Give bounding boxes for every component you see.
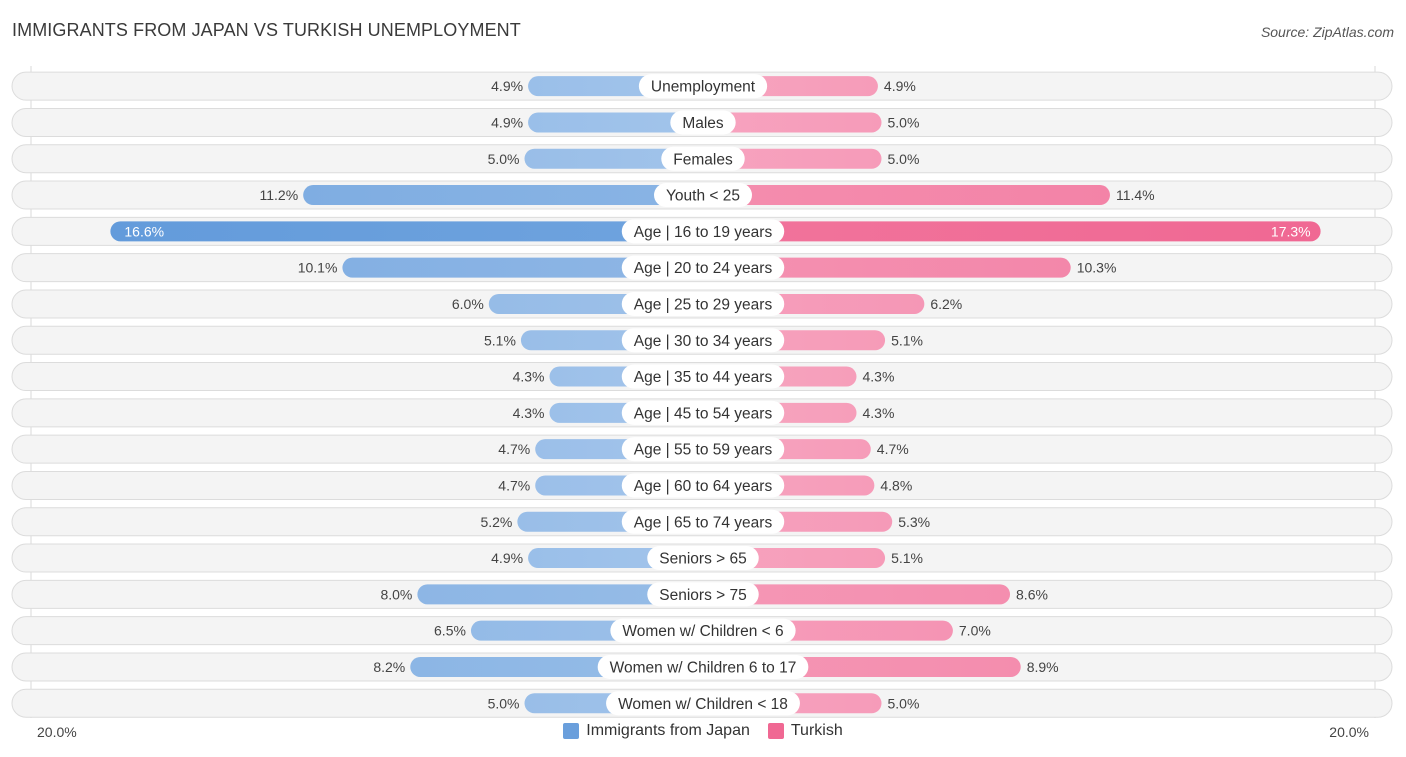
bar-row: 4.7% 4.8% Age | 60 to 64 years bbox=[11, 470, 1393, 500]
category-label: Seniors > 75 bbox=[659, 587, 746, 604]
legend-item-turkish[interactable]: Turkish bbox=[767, 722, 843, 740]
value-label-japan: 4.9% bbox=[491, 114, 523, 130]
value-label-turkish: 6.2% bbox=[930, 296, 962, 312]
category-label: Youth < 25 bbox=[666, 188, 740, 205]
bar-row: 8.2% 8.9% Women w/ Children 6 to 17 bbox=[11, 652, 1393, 682]
value-label-turkish: 4.9% bbox=[884, 78, 916, 94]
bar-row: 5.2% 5.3% Age | 65 to 74 years bbox=[11, 507, 1393, 537]
value-label-japan: 5.2% bbox=[480, 514, 512, 530]
value-label-turkish: 7.0% bbox=[959, 623, 991, 639]
value-label-turkish: 4.3% bbox=[863, 405, 895, 421]
value-label-japan: 4.3% bbox=[513, 405, 545, 421]
category-label: Age | 25 to 29 years bbox=[634, 296, 773, 313]
value-label-japan: 8.0% bbox=[380, 586, 412, 602]
bar-turkish bbox=[703, 221, 1321, 242]
value-label-japan: 4.9% bbox=[491, 78, 523, 94]
category-label: Women w/ Children < 6 bbox=[622, 623, 783, 640]
category-label: Age | 30 to 34 years bbox=[634, 333, 773, 350]
bar-row: 4.3% 4.3% Age | 35 to 44 years bbox=[11, 362, 1393, 392]
value-label-japan: 5.1% bbox=[484, 332, 516, 348]
bar-row: 11.2% 11.4% Youth < 25 bbox=[11, 180, 1393, 210]
bar-turkish bbox=[703, 185, 1110, 206]
bar-row: 5.0% 5.0% Women w/ Children < 18 bbox=[11, 688, 1393, 718]
bar-row: 16.6% 17.3% Age | 16 to 19 years bbox=[11, 216, 1393, 246]
diverging-bar-chart: 4.9% 4.9%Unemployment4.9% 5.0%Males5.0% 5.0… bbox=[11, 66, 1393, 718]
value-label-japan: 8.2% bbox=[373, 659, 405, 675]
bar-row: 8.0% 8.6% Seniors > 75 bbox=[11, 579, 1393, 609]
value-label-turkish: 5.0% bbox=[888, 114, 920, 130]
bar-row: 4.9% 5.0% Males bbox=[11, 107, 1393, 137]
legend-swatch-japan bbox=[563, 723, 580, 739]
legend: Immigrants from Japan Turkish bbox=[0, 722, 1406, 740]
category-label: Women w/ Children < 18 bbox=[618, 696, 788, 713]
category-label: Age | 45 to 54 years bbox=[634, 405, 773, 422]
category-label: Unemployment bbox=[651, 79, 756, 96]
category-label: Age | 20 to 24 years bbox=[634, 260, 773, 277]
category-label: Age | 16 to 19 years bbox=[634, 224, 773, 241]
value-label-turkish: 4.8% bbox=[880, 477, 912, 493]
category-label: Age | 60 to 64 years bbox=[634, 478, 773, 495]
value-label-turkish: 11.4% bbox=[1116, 187, 1155, 203]
value-label-turkish: 5.0% bbox=[888, 151, 920, 167]
value-label-japan: 4.7% bbox=[498, 477, 530, 493]
bar-row: 10.1% 10.3% Age | 20 to 24 years bbox=[11, 253, 1393, 283]
bar-japan bbox=[110, 221, 703, 242]
legend-label-turkish: Turkish bbox=[790, 722, 843, 739]
category-label: Women w/ Children 6 to 17 bbox=[610, 659, 797, 676]
bar-row: 5.0% 5.0% Females bbox=[11, 144, 1393, 174]
category-label: Age | 55 to 59 years bbox=[634, 442, 773, 459]
category-label: Age | 35 to 44 years bbox=[634, 369, 773, 386]
value-label-turkish: 5.1% bbox=[891, 332, 923, 348]
category-label: Seniors > 65 bbox=[659, 551, 746, 568]
value-label-japan: 4.9% bbox=[491, 550, 523, 566]
value-label-japan: 5.0% bbox=[488, 695, 520, 711]
value-label-turkish: 17.3% bbox=[1271, 223, 1311, 239]
legend-swatch-turkish bbox=[767, 723, 784, 739]
bar-row: 4.7% 4.7% Age | 55 to 59 years bbox=[11, 434, 1393, 464]
value-label-japan: 11.2% bbox=[259, 187, 298, 203]
value-label-japan: 16.6% bbox=[124, 223, 164, 239]
bar-row: 6.5% 7.0% Women w/ Children < 6 bbox=[11, 616, 1393, 646]
value-label-turkish: 8.9% bbox=[1027, 659, 1059, 675]
value-label-turkish: 8.6% bbox=[1016, 586, 1048, 602]
value-label-turkish: 5.0% bbox=[888, 695, 920, 711]
category-label: Age | 65 to 74 years bbox=[634, 514, 773, 531]
value-label-japan: 5.0% bbox=[488, 151, 520, 167]
value-label-japan: 4.3% bbox=[513, 369, 545, 385]
value-label-turkish: 5.3% bbox=[898, 514, 930, 530]
bar-japan bbox=[303, 185, 703, 206]
value-label-japan: 10.1% bbox=[298, 260, 338, 276]
bar-row: 4.9% 5.1% Seniors > 65 bbox=[11, 543, 1393, 573]
legend-item-japan[interactable]: Immigrants from Japan bbox=[563, 722, 750, 740]
legend-label-japan: Immigrants from Japan bbox=[586, 722, 750, 739]
value-label-japan: 6.5% bbox=[434, 623, 466, 639]
value-label-japan: 6.0% bbox=[452, 296, 484, 312]
bar-row: 6.0% 6.2% Age | 25 to 29 years bbox=[11, 289, 1393, 319]
category-label: Males bbox=[682, 115, 724, 132]
value-label-turkish: 4.3% bbox=[863, 369, 895, 385]
bar-row: 5.1% 5.1% Age | 30 to 34 years bbox=[11, 325, 1393, 355]
category-label: Females bbox=[673, 151, 733, 168]
value-label-japan: 4.7% bbox=[498, 441, 530, 457]
bar-row: 4.9% 4.9% Unemployment bbox=[11, 71, 1393, 101]
value-label-turkish: 4.7% bbox=[877, 441, 909, 457]
value-label-turkish: 10.3% bbox=[1077, 260, 1117, 276]
value-label-turkish: 5.1% bbox=[891, 550, 923, 566]
bar-row: 4.3% 4.3% Age | 45 to 54 years bbox=[11, 398, 1393, 428]
